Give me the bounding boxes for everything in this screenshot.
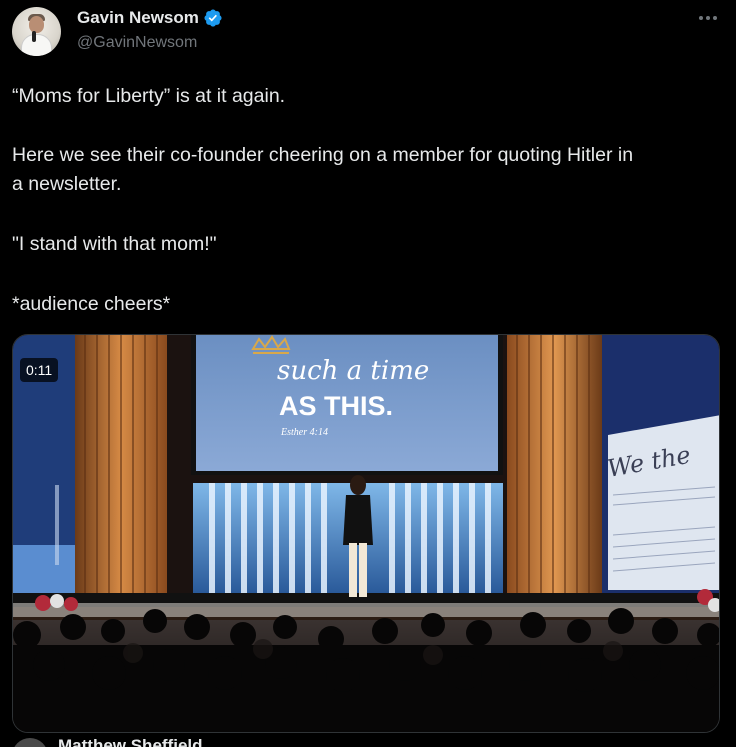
next-tweet-avatar[interactable] xyxy=(12,738,48,747)
video-player[interactable]: such a time AS THIS. Esther 4:14 We the xyxy=(12,334,720,733)
author-avatar[interactable] xyxy=(12,7,61,56)
video-frame: such a time AS THIS. Esther 4:14 We the xyxy=(13,335,719,732)
video-duration-badge: 0:11 xyxy=(20,358,59,382)
more-options-icon[interactable] xyxy=(697,9,719,27)
verified-badge-icon[interactable] xyxy=(203,8,223,28)
tweet-text-line: *audience cheers* xyxy=(12,293,171,315)
screen-reference-text: Esther 4:14 xyxy=(280,427,328,438)
tweet-text-line: “Moms for Liberty” is at it again. xyxy=(12,85,286,107)
tweet-text-line: a newsletter. xyxy=(12,173,122,195)
author-display-name[interactable]: Gavin Newsom xyxy=(77,8,199,28)
tweet-text-line: Here we see their co-founder cheering on… xyxy=(12,144,634,166)
author-name-row[interactable]: Gavin Newsom xyxy=(77,8,223,28)
tweet-text-line: "I stand with that mom!" xyxy=(12,233,217,255)
next-tweet-author[interactable]: Matthew Sheffield xyxy=(58,736,203,747)
tweet-card[interactable]: Gavin Newsom @GavinNewsom “Moms for Libe… xyxy=(0,0,736,747)
screen-headline-text: AS THIS. xyxy=(279,391,393,421)
screen-script-text: such a time xyxy=(277,356,429,386)
author-handle[interactable]: @GavinNewsom xyxy=(77,34,197,52)
